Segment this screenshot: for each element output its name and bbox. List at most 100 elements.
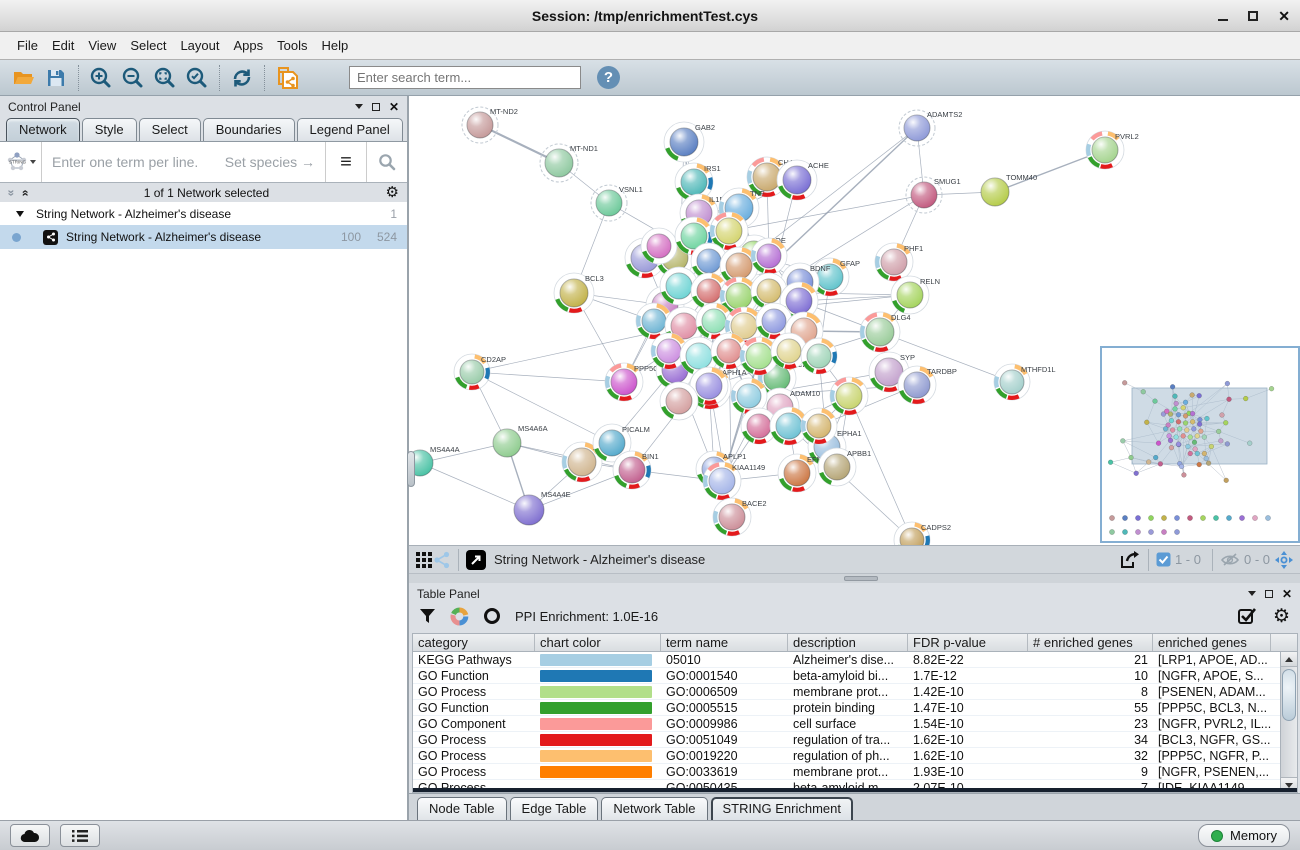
query-options-button[interactable]: ≡: [326, 142, 366, 182]
tree-expand-icon[interactable]: [16, 211, 24, 217]
tab-style[interactable]: Style: [82, 118, 137, 141]
network-node-tomm40[interactable]: TOMM40: [981, 173, 1037, 206]
collapse-all-icon[interactable]: »: [4, 189, 18, 196]
network-node[interactable]: [801, 338, 837, 374]
network-node-bin1[interactable]: BIN1: [613, 451, 659, 489]
network-node-gab2[interactable]: GAB2: [664, 122, 715, 162]
network-node-ms4a4e[interactable]: MS4A4E: [514, 490, 571, 525]
network-node-cadps2[interactable]: CADPS2: [894, 522, 951, 545]
network-node[interactable]: [660, 382, 698, 420]
expand-all-icon[interactable]: »: [17, 189, 31, 196]
enrichment-chart-icon[interactable]: [450, 607, 469, 626]
network-node-pvrl2[interactable]: PVRL2: [1086, 131, 1139, 169]
network-node-mt-nd1[interactable]: MT-ND1: [540, 144, 598, 182]
panel-close-icon[interactable]: ✕: [389, 101, 399, 113]
network-node-ppp5c[interactable]: PPP5C: [605, 363, 659, 401]
navigator-move-icon[interactable]: [1274, 550, 1294, 570]
hidden-eye-icon[interactable]: [1220, 552, 1240, 567]
menu-item-help[interactable]: Help: [315, 34, 356, 57]
selected-checkbox-icon[interactable]: [1156, 552, 1171, 567]
gear-icon[interactable]: ⚙: [1273, 607, 1290, 626]
table-row[interactable]: GO FunctionGO:0005515protein binding1.47…: [413, 700, 1297, 716]
import-network-button[interactable]: [271, 63, 303, 93]
grid-view-icon[interactable]: [415, 551, 433, 569]
tab-edge-table[interactable]: Edge Table: [510, 797, 599, 820]
splitter-handle[interactable]: [844, 576, 878, 581]
filter-icon[interactable]: [419, 608, 436, 624]
network-node-mthfd1l[interactable]: MTHFD1L: [994, 364, 1056, 400]
table-row[interactable]: KEGG Pathways05010Alzheimer's dise...8.8…: [413, 652, 1297, 668]
menu-item-apps[interactable]: Apps: [227, 34, 271, 57]
string-query-placeholder[interactable]: Enter one term per line.: [52, 154, 225, 170]
network-node-cd2ap[interactable]: CD2AP: [454, 354, 506, 390]
tab-select[interactable]: Select: [139, 118, 201, 141]
tab-network-table[interactable]: Network Table: [601, 797, 707, 820]
network-row-selected[interactable]: String Network - Alzheimer's disease 100…: [0, 225, 407, 249]
table-row[interactable]: GO ComponentGO:0009986cell surface1.54E-…: [413, 716, 1297, 732]
network-collection-row[interactable]: String Network - Alzheimer's disease 1: [0, 202, 407, 225]
column-header--enriched-genes[interactable]: # enriched genes: [1028, 634, 1153, 651]
select-columns-icon[interactable]: [1238, 607, 1257, 625]
table-row[interactable]: GO ProcessGO:0051049regulation of tra...…: [413, 732, 1297, 748]
network-node-reln[interactable]: RELN: [891, 276, 940, 314]
set-species-link[interactable]: Set species →: [225, 154, 315, 170]
panel-float-icon[interactable]: [1265, 590, 1273, 598]
scrollbar-thumb[interactable]: [1282, 669, 1296, 721]
panel-float-icon[interactable]: [372, 103, 380, 111]
menu-item-layout[interactable]: Layout: [173, 34, 226, 57]
open-in-browser-icon[interactable]: [466, 550, 486, 570]
menu-item-tools[interactable]: Tools: [270, 34, 314, 57]
menu-item-file[interactable]: File: [10, 34, 45, 57]
tab-node-table[interactable]: Node Table: [417, 797, 507, 820]
network-node-adamts2[interactable]: ADAMTS2: [899, 110, 962, 146]
network-node-ache[interactable]: ACHE: [777, 160, 829, 200]
open-file-button[interactable]: [8, 63, 40, 93]
menu-item-view[interactable]: View: [81, 34, 123, 57]
network-node-vsnl1[interactable]: VSNL1: [591, 185, 643, 221]
panel-menu-icon[interactable]: [1248, 591, 1256, 596]
network-node-ms4a4a[interactable]: MS4A4A: [409, 445, 460, 476]
network-node-smug1[interactable]: SMUG1: [906, 177, 961, 213]
tab-boundaries[interactable]: Boundaries: [203, 118, 295, 141]
cloud-tasks-button[interactable]: [10, 824, 50, 847]
scroll-up-button[interactable]: [1281, 652, 1297, 667]
close-icon[interactable]: ✕: [1278, 9, 1290, 23]
menu-item-select[interactable]: Select: [123, 34, 173, 57]
task-list-button[interactable]: [60, 824, 100, 847]
minimize-icon[interactable]: [1218, 19, 1228, 21]
column-header-description[interactable]: description: [788, 634, 908, 651]
network-node-phf1[interactable]: PHF1: [875, 243, 923, 281]
query-search-button[interactable]: [367, 142, 407, 182]
network-node-ms4a6a[interactable]: MS4A6A: [493, 424, 548, 457]
panel-splitter-handle[interactable]: [407, 451, 415, 487]
string-protein-query-selector[interactable]: STRING: [0, 142, 42, 182]
zoom-selected-button[interactable]: [181, 63, 213, 93]
export-network-icon[interactable]: [1119, 550, 1141, 570]
column-header-FDR-p-value[interactable]: FDR p-value: [908, 634, 1028, 651]
network-node-kiaa1149[interactable]: KIAA1149: [703, 462, 765, 500]
network-node[interactable]: [751, 238, 787, 274]
network-node-bcl3[interactable]: BCL3: [554, 273, 604, 313]
table-row[interactable]: GO ProcessGO:0019220regulation of ph...1…: [413, 748, 1297, 764]
ring-chart-icon[interactable]: [483, 607, 501, 625]
column-header-enriched-genes[interactable]: enriched genes: [1153, 634, 1271, 651]
help-button[interactable]: ?: [597, 66, 620, 89]
network-canvas[interactable]: MT-ND2MT-ND1VSNL1GAB2IRS1CHATACHEIL1BTNF…: [409, 96, 1300, 545]
table-row[interactable]: GO FunctionGO:0001540beta-amyloid bi...1…: [413, 668, 1297, 684]
gear-icon[interactable]: ⚙: [386, 185, 399, 200]
share-view-icon[interactable]: [433, 551, 451, 569]
table-row[interactable]: GO ProcessGO:0033619membrane prot...1.93…: [413, 764, 1297, 780]
zoom-in-button[interactable]: [85, 63, 117, 93]
menu-item-edit[interactable]: Edit: [45, 34, 81, 57]
panel-close-icon[interactable]: ✕: [1282, 588, 1292, 600]
tab-legend-panel[interactable]: Legend Panel: [297, 118, 403, 141]
birds-eye-view[interactable]: [1100, 346, 1300, 543]
network-node-bace2[interactable]: BACE2: [713, 498, 767, 536]
maximize-icon[interactable]: [1248, 11, 1258, 21]
network-node-mt-nd2[interactable]: MT-ND2: [462, 107, 518, 143]
network-node-dlg4[interactable]: DLG4: [860, 312, 911, 352]
refresh-button[interactable]: [226, 63, 258, 93]
zoom-out-button[interactable]: [117, 63, 149, 93]
memory-button[interactable]: Memory: [1198, 824, 1290, 847]
zoom-fit-button[interactable]: [149, 63, 181, 93]
